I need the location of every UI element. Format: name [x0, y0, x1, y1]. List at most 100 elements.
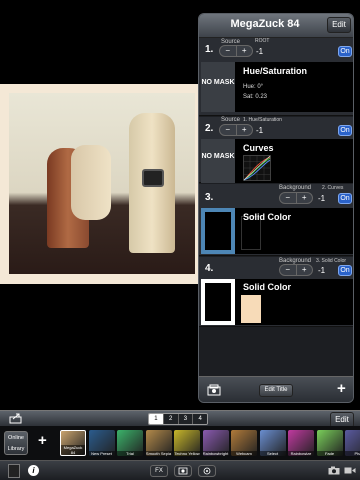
- layer-on-toggle[interactable]: On: [338, 125, 352, 136]
- layer-content: Solid Color: [201, 208, 353, 254]
- minus-icon[interactable]: −: [280, 193, 296, 203]
- layer-number: 3.: [205, 192, 214, 203]
- layer-2[interactable]: Source 1. Hue/Saturation 2. − + -1 On NO …: [199, 117, 353, 183]
- plus-icon[interactable]: +: [295, 193, 313, 203]
- plus-icon[interactable]: +: [235, 125, 253, 135]
- video-camera-icon[interactable]: [344, 466, 356, 475]
- layer-number: 1.: [205, 44, 214, 55]
- preset-name: Smooth Sepia: [145, 451, 172, 456]
- preset-toolbar: 1 2 3 4 Edit: [0, 410, 360, 428]
- layers-panel: MegaZuck 84 Edit Source ROOT 1. − + -1 On…: [198, 13, 354, 403]
- plus-icon[interactable]: +: [235, 46, 253, 56]
- layer-value: -1: [318, 266, 326, 275]
- panel-header: MegaZuck 84 Edit: [199, 14, 353, 38]
- layer-content: NO MASK Hue/Saturation Hue: 0° Sat: 0.23: [201, 62, 353, 112]
- minus-icon[interactable]: −: [220, 125, 236, 135]
- color-swatch-mask[interactable]: [201, 208, 235, 254]
- segment-4[interactable]: 4: [192, 414, 207, 424]
- effect-name: Solid Color: [243, 282, 291, 292]
- photo-image: [9, 93, 195, 274]
- preset-thumbnail[interactable]: Rainbowize: [288, 430, 314, 456]
- layer-4[interactable]: Background 3. Solid Color 4. − + -1 On So…: [199, 257, 353, 327]
- preset-name: MegaZuck 84: [61, 445, 85, 455]
- folder-photo-icon[interactable]: [207, 384, 221, 396]
- layer-value: -1: [256, 126, 264, 135]
- preset-thumbnail[interactable]: Fade: [316, 430, 343, 456]
- layer-source-label: Background: [279, 185, 312, 191]
- segment-1[interactable]: 1: [149, 414, 163, 424]
- layer-number: 2.: [205, 123, 214, 134]
- preset-name: Trial: [117, 451, 143, 456]
- layer-number: 4.: [205, 263, 214, 274]
- preset-strip: Online Library + MegaZuck 84 New Preset Tr…: [0, 426, 360, 460]
- preset-name: Pha: [345, 451, 360, 456]
- layer-3[interactable]: Background 2. Curves 3. − + -1 On Solid C…: [199, 184, 353, 256]
- preset-thumbnail[interactable]: New Preset: [88, 430, 115, 456]
- plus-icon[interactable]: +: [295, 265, 313, 275]
- preset-title: MegaZuck 84: [230, 18, 300, 30]
- settings-icon[interactable]: [198, 465, 216, 477]
- photo-camera-icon[interactable]: [328, 466, 340, 475]
- color-swatch[interactable]: [241, 295, 261, 323]
- online-library-button[interactable]: Online Library: [4, 431, 28, 455]
- add-preset-button[interactable]: +: [38, 432, 47, 449]
- figure-camera: [142, 169, 164, 187]
- layer-content: Solid Color: [201, 279, 353, 325]
- preset-thumbnail[interactable]: MegaZuck 84: [60, 430, 86, 456]
- brush-icon[interactable]: [8, 464, 20, 478]
- preset-name: Rainbowbright: [202, 451, 229, 456]
- share-icon[interactable]: [9, 413, 23, 424]
- layer-on-toggle[interactable]: On: [338, 265, 352, 276]
- mask-slot[interactable]: NO MASK: [201, 62, 235, 112]
- preset-thumbnail[interactable]: Trial: [117, 430, 143, 456]
- layer-value: -1: [318, 194, 326, 203]
- add-layer-button[interactable]: +: [337, 380, 346, 397]
- layer-on-toggle[interactable]: On: [338, 46, 352, 57]
- layer-stepper[interactable]: − +: [219, 45, 253, 57]
- layer-source-name: ROOT: [255, 38, 270, 44]
- info-icon[interactable]: i: [28, 465, 39, 476]
- layer-source-label: Source: [221, 117, 241, 123]
- camera-icon[interactable]: [174, 465, 192, 477]
- layer-on-toggle[interactable]: On: [338, 193, 352, 204]
- mask-slot[interactable]: NO MASK: [201, 139, 235, 183]
- preset-name: Fade: [316, 451, 343, 456]
- preset-name: Techno Yellow: [174, 451, 200, 456]
- preset-thumbnail[interactable]: Rainbowbright: [202, 430, 229, 456]
- curves-graph-icon: [243, 155, 271, 181]
- effect-name: Hue/Saturation: [243, 66, 308, 76]
- layer-source-name: 1. Hue/Saturation: [243, 117, 282, 123]
- effect-name: Solid Color: [243, 212, 291, 222]
- layer-1[interactable]: Source ROOT 1. − + -1 On NO MASK Hue/Satu…: [199, 38, 353, 116]
- preset-name: Webcam: [231, 451, 257, 456]
- preset-thumbnail[interactable]: Techno Yellow: [174, 430, 200, 456]
- color-swatch-mask[interactable]: [201, 279, 235, 325]
- bottom-toolbar: i FX: [0, 460, 360, 480]
- layer-value: -1: [256, 47, 264, 56]
- minus-icon[interactable]: −: [220, 46, 236, 56]
- preset-thumbnail[interactable]: Smooth Sepia: [145, 430, 172, 456]
- edit-button[interactable]: Edit: [327, 17, 351, 33]
- panel-footer: Edit Title +: [199, 376, 353, 402]
- effect-detail-sat: Sat: 0.23: [243, 94, 268, 100]
- page-segments[interactable]: 1 2 3 4: [148, 413, 208, 425]
- layer-stepper[interactable]: − +: [279, 264, 313, 276]
- preset-name: New Preset: [88, 451, 115, 456]
- layer-stepper[interactable]: − +: [279, 192, 313, 204]
- segment-2[interactable]: 2: [162, 414, 178, 424]
- layer-source-name: 2. Curves: [322, 185, 344, 191]
- segment-3[interactable]: 3: [177, 414, 193, 424]
- preset-thumbnail[interactable]: Select: [259, 430, 286, 456]
- layer-stepper[interactable]: − +: [219, 124, 253, 136]
- fx-button[interactable]: FX: [150, 465, 168, 477]
- edit-title-button[interactable]: Edit Title: [259, 384, 293, 397]
- layer-source-name: 3. Solid Color: [316, 258, 347, 264]
- photo-canvas[interactable]: [0, 84, 207, 284]
- effect-detail-hue: Hue: 0°: [243, 84, 264, 90]
- preset-thumbnail[interactable]: Webcam: [231, 430, 257, 456]
- preset-name: Select: [259, 451, 286, 456]
- minus-icon[interactable]: −: [280, 265, 296, 275]
- effect-name: Curves: [243, 143, 274, 153]
- preset-name: Rainbowize: [288, 451, 314, 456]
- preset-thumbnail[interactable]: Pha: [345, 430, 360, 456]
